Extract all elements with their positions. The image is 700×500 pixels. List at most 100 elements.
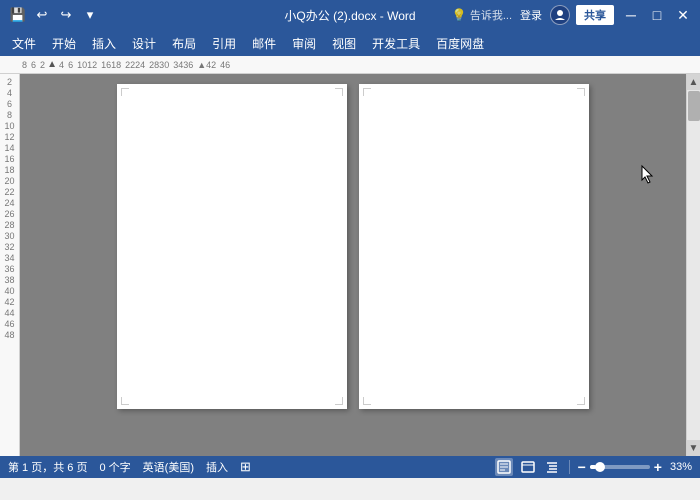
title-bar-title: 小Q办公 (2).docx - Word (284, 7, 415, 24)
close-button[interactable]: ✕ (674, 6, 692, 24)
zoom-plus-button[interactable]: + (654, 459, 662, 475)
ruler-left-12: 12 (4, 133, 14, 142)
language: 英语(美国) (143, 459, 194, 475)
ruler-mark-1: 8 (20, 60, 29, 70)
page-corner-br-1 (335, 397, 343, 405)
status-left: 第 1 页，共 6 页 0 个字 英语(美国) 插入 ⊞ (8, 459, 251, 475)
mouse-cursor (640, 164, 656, 187)
ruler-left-14: 14 (4, 144, 14, 153)
lightbulb-icon: 💡 (452, 8, 467, 22)
zoom-area: − + 33% (578, 459, 692, 475)
edit-mode: 插入 (206, 459, 228, 475)
ruler-mark-7: 1618 (99, 60, 123, 70)
zoom-minus-button[interactable]: − (578, 459, 586, 475)
status-bar: 第 1 页，共 6 页 0 个字 英语(美国) 插入 ⊞ − + 33% (0, 456, 700, 478)
menu-mail[interactable]: 邮件 (244, 33, 284, 54)
ruler-mark-2: 6 (29, 60, 38, 70)
pages-row (117, 84, 589, 409)
ruler-left-2: 2 (7, 78, 12, 87)
ruler-left-4: 4 (7, 89, 12, 98)
menu-layout[interactable]: 布局 (164, 33, 204, 54)
ruler-left-44: 44 (4, 309, 14, 318)
page-corner-br-2 (577, 397, 585, 405)
ruler-left-48: 48 (4, 331, 14, 340)
undo-icon[interactable]: ↩ (32, 5, 52, 25)
user-avatar[interactable] (550, 5, 570, 25)
ruler-left-6: 6 (7, 100, 12, 109)
scroll-track[interactable] (687, 90, 700, 440)
view-outline-icon[interactable] (543, 458, 561, 476)
menu-developer[interactable]: 开发工具 (364, 33, 428, 54)
ruler-left-36: 36 (4, 265, 14, 274)
ruler-left-16: 16 (4, 155, 14, 164)
status-right: − + 33% (495, 458, 692, 476)
menu-baidu[interactable]: 百度网盘 (428, 33, 492, 54)
view-print-icon[interactable] (495, 458, 513, 476)
ruler-mark-11: ▲42 (195, 60, 218, 70)
redo-icon[interactable]: ↪ (56, 5, 76, 25)
ruler-mark-9: 2830 (147, 60, 171, 70)
ruler-left-22: 22 (4, 188, 14, 197)
ruler-mark-3: 2 (38, 60, 47, 70)
ruler-left-8: 8 (7, 111, 12, 120)
status-separator (569, 460, 570, 474)
ruler-top-content: 8 6 2 ▲ 4 6 1012 1618 2224 2830 3436 ▲42… (20, 60, 700, 70)
ruler-mark-5: 6 (66, 60, 75, 70)
ruler-top: 8 6 2 ▲ 4 6 1012 1618 2224 2830 3436 ▲42… (0, 56, 700, 74)
ruler-left-26: 26 (4, 210, 14, 219)
word-count: 0 个字 (99, 459, 130, 475)
page-corner-tl-1 (121, 88, 129, 96)
ruler-mark-8: 2224 (123, 60, 147, 70)
ruler-left-34: 34 (4, 254, 14, 263)
menu-file[interactable]: 文件 (4, 33, 44, 54)
menu-design[interactable]: 设计 (124, 33, 164, 54)
zoom-level: 33% (670, 461, 692, 473)
scroll-down-button[interactable]: ▼ (687, 440, 700, 456)
ruler-left-46: 46 (4, 320, 14, 329)
menu-bar: 文件 开始 插入 设计 布局 引用 邮件 审阅 视图 开发工具 百度网盘 (0, 30, 700, 56)
view-web-icon[interactable] (519, 458, 537, 476)
page-corner-bl-2 (363, 397, 371, 405)
menu-view[interactable]: 视图 (324, 33, 364, 54)
save-icon[interactable]: 💾 (8, 5, 28, 25)
restore-button[interactable]: □ (648, 6, 666, 24)
ruler-left-42: 42 (4, 298, 14, 307)
zoom-slider-thumb[interactable] (595, 462, 605, 472)
scroll-thumb[interactable] (688, 91, 700, 121)
doc-page-2[interactable] (359, 84, 589, 409)
doc-canvas[interactable] (20, 74, 686, 456)
ruler-left-10: 10 (4, 122, 14, 131)
scrollbar-right[interactable]: ▲ ▼ (686, 74, 700, 456)
minimize-button[interactable]: ─ (622, 6, 640, 24)
page-info: 第 1 页，共 6 页 (8, 459, 87, 475)
page-corner-bl-1 (121, 397, 129, 405)
ruler-left-32: 32 (4, 243, 14, 252)
doc-page-1[interactable] (117, 84, 347, 409)
tell-me-area[interactable]: 💡 告诉我... (452, 7, 512, 23)
page-corner-tr-1 (335, 88, 343, 96)
page-corner-tr-2 (577, 88, 585, 96)
tell-me-text: 告诉我... (470, 7, 512, 23)
scroll-up-button[interactable]: ▲ (687, 74, 700, 90)
ruler-mark-6: 1012 (75, 60, 99, 70)
ruler-mark-10: 3436 (171, 60, 195, 70)
share-button[interactable]: 共享 (576, 5, 614, 25)
main-area: 2 4 6 8 10 12 14 16 18 20 22 24 26 28 30… (0, 74, 700, 456)
ruler-left-38: 38 (4, 276, 14, 285)
login-button[interactable]: 登录 (520, 7, 542, 23)
ruler-arrow: ▲ (47, 60, 57, 70)
user-area: 登录 共享 (520, 5, 614, 25)
ruler-left-28: 28 (4, 221, 14, 230)
ruler-mark-12: 46 (218, 60, 232, 70)
zoom-slider-track[interactable] (590, 465, 650, 469)
menu-home[interactable]: 开始 (44, 33, 84, 54)
menu-insert[interactable]: 插入 (84, 33, 124, 54)
quickaccess-dropdown-icon[interactable]: ▾ (80, 5, 100, 25)
ruler-mark-4: 4 (57, 60, 66, 70)
ruler-left-18: 18 (4, 166, 14, 175)
menu-references[interactable]: 引用 (204, 33, 244, 54)
menu-review[interactable]: 审阅 (284, 33, 324, 54)
ruler-left-30: 30 (4, 232, 14, 241)
page-corner-tl-2 (363, 88, 371, 96)
title-bar-left: 💾 ↩ ↪ ▾ (8, 5, 100, 25)
